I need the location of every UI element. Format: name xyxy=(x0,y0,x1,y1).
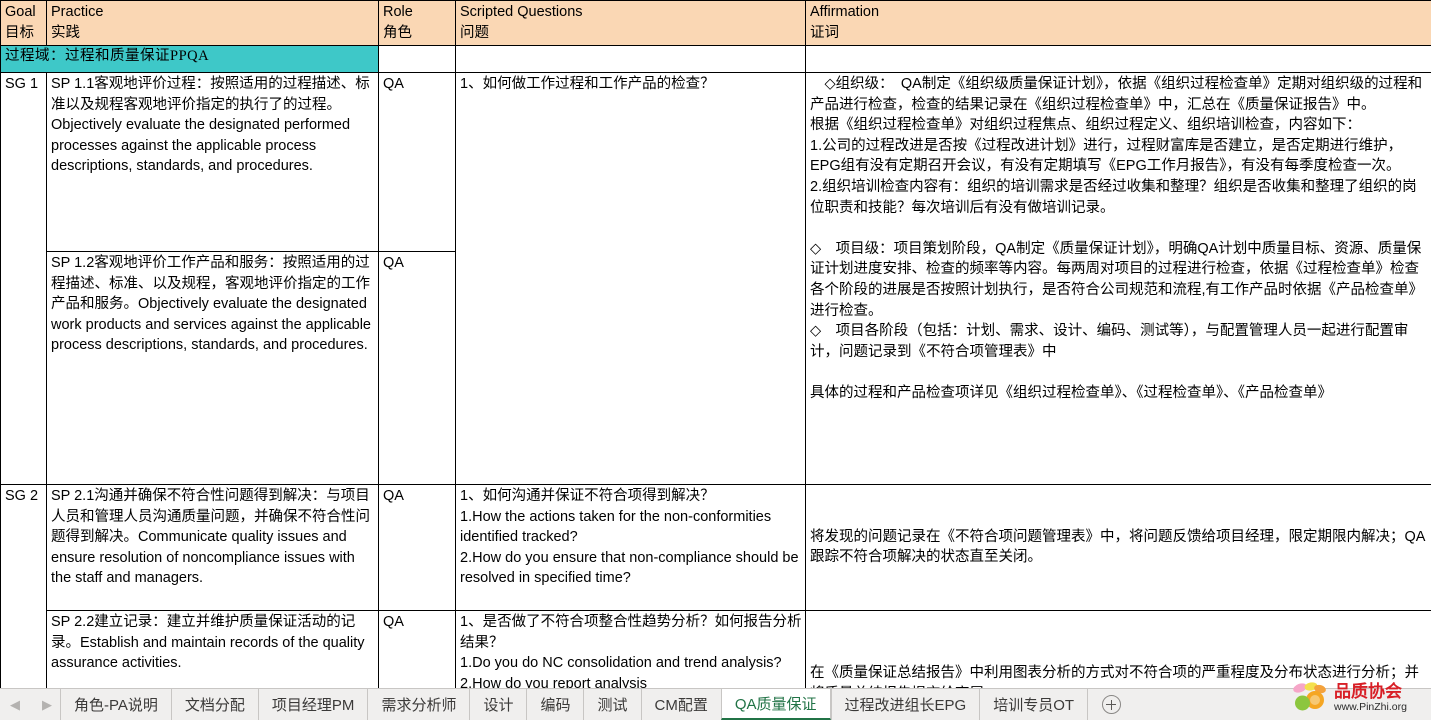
cell-questions-sg1[interactable]: 1、如何做工作过程和工作产品的检查？ xyxy=(455,72,806,486)
table-row: SG 2 SP 2.1沟通并确保不符合性问题得到解决：与项目人员和管理人员沟通质… xyxy=(0,484,1431,708)
sheet-tab-ot[interactable]: 培训专员OT xyxy=(979,689,1089,720)
process-area-banner-row: 过程域：过程和质量保证PPQA xyxy=(0,45,1431,74)
column-header-practice: Practice 实践 xyxy=(46,0,379,47)
column-header-goal-en: Goal xyxy=(5,4,36,20)
banner-blank-questions[interactable] xyxy=(455,45,806,74)
spreadsheet-canvas: Goal 目标 Practice 实践 Role 角色 Scripted Que… xyxy=(0,0,1431,720)
cell-practice-sp21[interactable]: SP 2.1沟通并确保不符合性问题得到解决：与项目人员和管理人员沟通质量问题，并… xyxy=(46,484,379,612)
column-header-role-cn: 角色 xyxy=(383,24,412,41)
ppqa-table: Goal 目标 Practice 实践 Role 角色 Scripted Que… xyxy=(0,0,1431,708)
cell-role-sp12[interactable]: QA xyxy=(378,251,456,486)
sheet-tabs: 角色-PA说明 文档分配 项目经理PM 需求分析师 设计 编码 测试 CM配置 … xyxy=(60,689,1089,720)
next-sheet-arrow-icon[interactable]: ▶ xyxy=(42,698,52,711)
cell-goal-sg1[interactable]: SG 1 xyxy=(0,72,47,486)
column-header-affirmation-en: Affirmation xyxy=(810,4,880,20)
add-sheet-button[interactable] xyxy=(1088,689,1134,720)
sheet-tab-role-pa[interactable]: 角色-PA说明 xyxy=(60,689,171,720)
sheet-tab-testing[interactable]: 测试 xyxy=(583,689,640,720)
table-body: 过程域：过程和质量保证PPQA SG 1 SP 1.1客观地评价过程：按照适用的… xyxy=(0,45,1431,708)
sheet-tab-pm[interactable]: 项目经理PM xyxy=(257,689,368,720)
cell-role-sp11[interactable]: QA xyxy=(378,72,456,253)
sheet-tab-cm[interactable]: CM配置 xyxy=(640,689,721,720)
banner-blank-affirmation[interactable] xyxy=(805,45,1431,74)
banner-blank-role[interactable] xyxy=(378,45,456,74)
header-row: Goal 目标 Practice 实践 Role 角色 Scripted Que… xyxy=(0,0,1431,47)
cell-affirmation-sp21[interactable]: 将发现的问题记录在《不符合项问题管理表》中，将问题反馈给项目经理，限定期限内解决… xyxy=(805,484,1431,612)
column-header-affirmation: Affirmation 证词 xyxy=(805,0,1431,47)
sheet-tab-design[interactable]: 设计 xyxy=(469,689,526,720)
plus-icon xyxy=(1101,695,1121,714)
sheet-tab-bar: ◀ ▶ 角色-PA说明 文档分配 项目经理PM 需求分析师 设计 编码 测试 C… xyxy=(0,688,1431,720)
column-header-goal: Goal 目标 xyxy=(0,0,47,47)
table-row: SG 1 SP 1.1客观地评价过程：按照适用的过程描述、标准以及规程客观地评价… xyxy=(0,72,1431,486)
table-header: Goal 目标 Practice 实践 Role 角色 Scripted Que… xyxy=(0,0,1431,47)
column-header-practice-en: Practice xyxy=(51,4,104,20)
process-area-banner[interactable]: 过程域：过程和质量保证PPQA xyxy=(0,45,379,74)
cell-practice-sp11[interactable]: SP 1.1客观地评价过程：按照适用的过程描述、标准以及规程客观地评价指定的执行… xyxy=(46,72,379,253)
cell-goal-sg2[interactable]: SG 2 xyxy=(0,484,47,708)
prev-sheet-arrow-icon[interactable]: ◀ xyxy=(10,698,20,711)
sheet-tab-coding[interactable]: 编码 xyxy=(526,689,583,720)
column-header-questions-cn: 问题 xyxy=(460,24,489,41)
cell-questions-sp21[interactable]: 1、如何沟通并保证不符合项得到解决？ 1.How the actions tak… xyxy=(455,484,806,612)
column-header-role-en: Role xyxy=(383,4,413,20)
cell-role-sp21[interactable]: QA xyxy=(378,484,456,612)
sheet-tab-requirements-analyst[interactable]: 需求分析师 xyxy=(367,689,469,720)
cell-affirmation-sg1[interactable]: ◇组织级： QA制定《组织级质量保证计划》，依据《组织过程检查单》定期对组织级的… xyxy=(805,72,1431,486)
sheet-tab-doc-allocation[interactable]: 文档分配 xyxy=(170,689,258,720)
sheet-tab-epg[interactable]: 过程改进组长EPG xyxy=(830,689,980,720)
sheet-tab-qa[interactable]: QA质量保证 xyxy=(720,689,831,720)
sheet-nav-arrows: ◀ ▶ xyxy=(0,689,60,720)
cell-practice-sp12[interactable]: SP 1.2客观地评价工作产品和服务：按照适用的过程描述、标准、以及规程，客观地… xyxy=(46,251,379,486)
column-header-practice-cn: 实践 xyxy=(51,24,80,41)
column-header-role: Role 角色 xyxy=(378,0,456,47)
column-header-goal-cn: 目标 xyxy=(5,24,34,41)
column-header-affirmation-cn: 证词 xyxy=(810,24,839,41)
column-header-questions: Scripted Questions 问题 xyxy=(455,0,806,47)
column-header-questions-en: Scripted Questions xyxy=(460,4,583,20)
